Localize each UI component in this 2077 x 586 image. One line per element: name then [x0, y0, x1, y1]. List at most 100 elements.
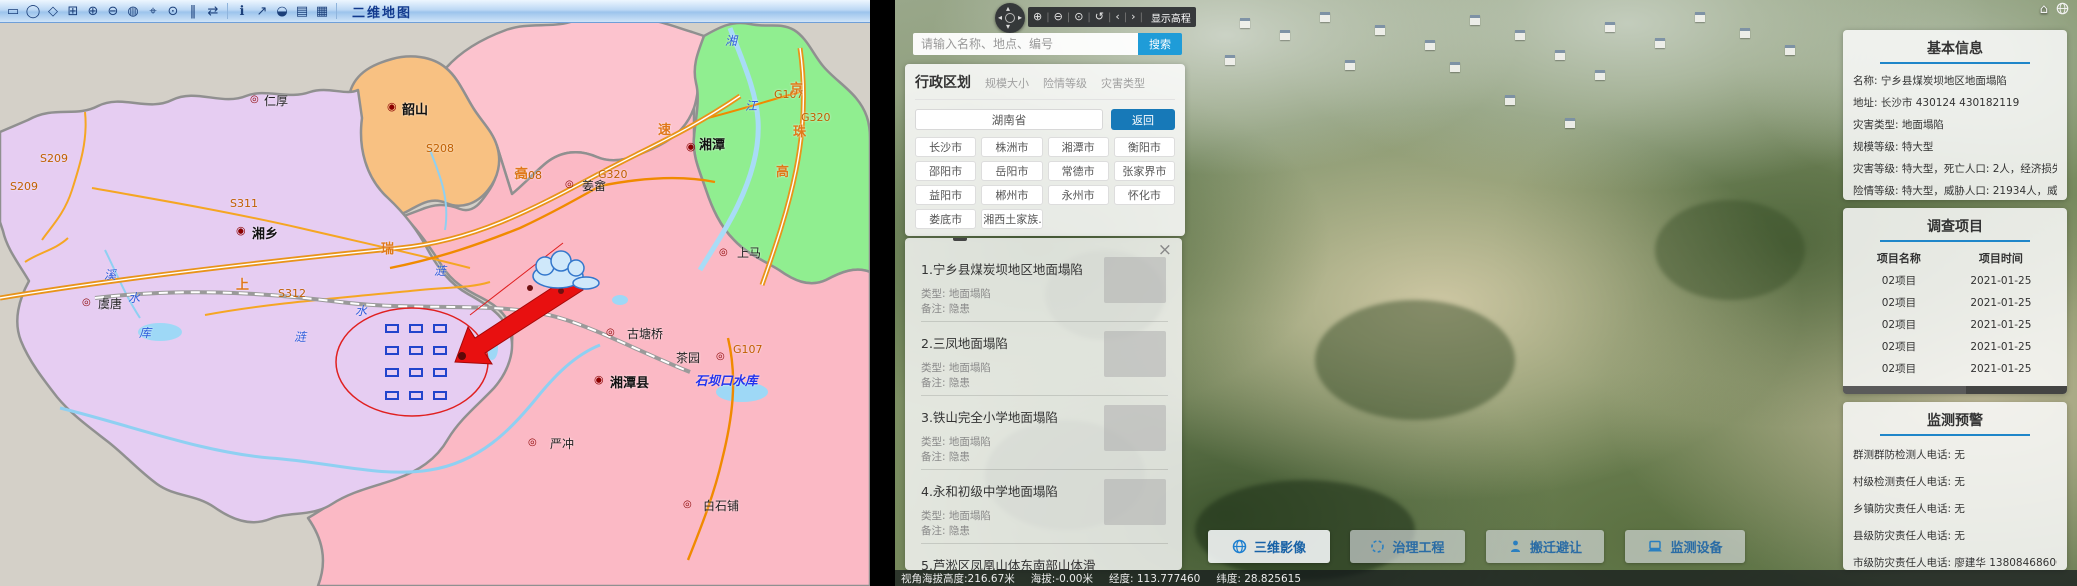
building	[1450, 62, 1460, 72]
compass-control[interactable]: ▴ ▾ ◂ ▸	[995, 3, 1025, 33]
zoom-in-icon[interactable]: ⊕	[84, 2, 102, 20]
city-button[interactable]: 张家界市	[1114, 161, 1175, 181]
full-extent-icon[interactable]: ◍	[124, 2, 142, 20]
survey-row[interactable]: 02项目2021-01-25	[1853, 336, 2057, 358]
survey-row[interactable]: 02项目2021-01-25	[1853, 292, 2057, 314]
tab-risk-level[interactable]: 险情等级	[1043, 75, 1087, 91]
building	[1375, 25, 1385, 35]
map-label: G107	[733, 343, 763, 356]
disaster-title: 1.宁乡县煤炭坝地区地面塌陷	[921, 259, 1101, 278]
export-icon[interactable]: ↗	[253, 2, 271, 20]
pan-icon[interactable]: ⌖	[144, 2, 162, 20]
nav-button-4[interactable]: ‹	[1115, 8, 1119, 26]
city-button[interactable]: 益阳市	[915, 185, 976, 205]
place-marker-icon: ◉	[236, 226, 246, 236]
nav-button-0[interactable]: ⊕	[1033, 8, 1042, 26]
nav-button-5[interactable]: ›	[1131, 8, 1135, 26]
place-marker-icon: ◎	[719, 248, 728, 258]
map-label: S312	[278, 287, 306, 300]
city-button[interactable]: 郴州市	[981, 185, 1042, 205]
disaster-title: 5.芦淞区凤凰山体东南部山体滑坡	[921, 555, 1101, 570]
separator	[227, 3, 228, 19]
disaster-title: 3.铁山完全小学地面塌陷	[921, 407, 1101, 426]
window-divider	[870, 0, 895, 586]
province-select-button[interactable]: 湖南省	[915, 109, 1103, 130]
city-button[interactable]: 株洲市	[981, 137, 1042, 157]
disaster-thumbnail[interactable]	[1104, 405, 1166, 451]
compass-left-icon[interactable]: ◂	[998, 14, 1002, 22]
disaster-list-item[interactable]: 4.永和初级中学地面塌陷类型: 地面塌陷备注: 隐患	[921, 470, 1168, 544]
tab-scale-size[interactable]: 规模大小	[985, 75, 1029, 91]
city-button[interactable]: 湘潭市	[1048, 137, 1109, 157]
tab-disaster-type[interactable]: 灾害类型	[1101, 75, 1145, 91]
back-button[interactable]: 返回	[1111, 109, 1175, 130]
grid-layers-icon[interactable]: ⊞	[64, 2, 82, 20]
city-button[interactable]: 湘西土家族...	[981, 209, 1042, 229]
map-label: 速	[658, 119, 671, 138]
search-input[interactable]	[913, 33, 1138, 55]
save-icon[interactable]: ◒	[273, 2, 291, 20]
measure-circle-icon[interactable]: ◯	[24, 2, 42, 20]
disaster-thumbnail[interactable]	[1104, 257, 1166, 303]
place-marker-icon: ◎	[606, 328, 615, 338]
zoom-out-icon[interactable]: ⊖	[104, 2, 122, 20]
search-button[interactable]: 搜索	[1138, 33, 1182, 55]
print-icon[interactable]: ▦	[313, 2, 331, 20]
column-project-name: 项目名称	[1853, 248, 1945, 270]
button-monitor-device[interactable]: 监测设备	[1625, 530, 1745, 563]
home-icon[interactable]: ⌂	[2040, 2, 2048, 17]
map-label: G320	[598, 168, 628, 181]
city-button[interactable]: 娄底市	[915, 209, 976, 229]
disaster-list-item[interactable]: 3.铁山完全小学地面塌陷类型: 地面塌陷备注: 隐患	[921, 396, 1168, 470]
nav-button-3[interactable]: ↺	[1095, 8, 1104, 26]
building	[1225, 55, 1235, 65]
nav-button-2[interactable]: ⊙	[1074, 8, 1083, 26]
measure-distance-icon[interactable]: ▭	[4, 2, 22, 20]
place-marker-icon: ◎	[528, 438, 537, 448]
map-label: 水	[355, 302, 367, 319]
globe-icon	[1232, 539, 1247, 554]
city-button[interactable]: 岳阳市	[981, 161, 1042, 181]
survey-row[interactable]: 02项目2021-01-25	[1853, 270, 2057, 292]
tab-admin-division[interactable]: 行政区划	[915, 72, 971, 92]
city-button[interactable]: 永州市	[1048, 185, 1109, 205]
map-label: 溪	[104, 266, 116, 283]
building	[1515, 30, 1525, 40]
survey-row[interactable]: 02项目2021-01-25	[1853, 314, 2057, 336]
info-icon[interactable]: ℹ	[233, 2, 251, 20]
disaster-thumbnail[interactable]	[1104, 331, 1166, 377]
mail-icon[interactable]: ▤	[293, 2, 311, 20]
previous-view-icon[interactable]: ⊙	[164, 2, 182, 20]
map-label: 湘潭	[699, 134, 725, 153]
relocation-icon	[1508, 539, 1523, 554]
disaster-list-item[interactable]: 1.宁乡县煤炭坝地区地面塌陷类型: 地面塌陷备注: 隐患	[921, 248, 1168, 322]
button-relocation[interactable]: 搬迁避让	[1486, 530, 1604, 563]
compass-right-icon[interactable]: ▸	[1018, 14, 1022, 22]
globe-icon[interactable]	[2056, 2, 2069, 17]
swap-view-icon[interactable]: ⇄	[204, 2, 222, 20]
drag-handle[interactable]	[953, 238, 967, 241]
status-segment: 视角海拔高度:216.67米	[901, 571, 1015, 586]
disaster-list-item[interactable]: 5.芦淞区凤凰山体东南部山体滑坡	[921, 544, 1168, 570]
show-elevation-button[interactable]: 显示高程	[1147, 10, 1191, 25]
button-3d-image[interactable]: 三维影像	[1208, 530, 1330, 563]
city-button[interactable]: 长沙市	[915, 137, 976, 157]
compass-up-icon[interactable]: ▴	[1006, 5, 1010, 13]
measure-polygon-icon[interactable]: ◇	[44, 2, 62, 20]
survey-row[interactable]: 02项目2021-01-25	[1853, 358, 2057, 380]
pause-icon[interactable]: ‖	[184, 2, 202, 20]
horizontal-scrollbar[interactable]	[1843, 386, 2067, 394]
map-mode-label[interactable]: 二维地图	[352, 2, 412, 21]
disaster-thumbnail[interactable]	[1104, 479, 1166, 525]
compass-down-icon[interactable]: ▾	[1006, 23, 1010, 31]
nav-button-1[interactable]: ⊖	[1054, 8, 1063, 26]
city-button[interactable]: 衡阳市	[1114, 137, 1175, 157]
button-treatment-project[interactable]: 治理工程	[1350, 530, 1465, 563]
building	[1320, 12, 1330, 22]
map-label: S311	[230, 197, 258, 210]
disaster-list-item[interactable]: 2.三凤地面塌陷类型: 地面塌陷备注: 隐患	[921, 322, 1168, 396]
search-bar: 搜索	[913, 33, 1182, 55]
city-button[interactable]: 常德市	[1048, 161, 1109, 181]
city-button[interactable]: 怀化市	[1114, 185, 1175, 205]
city-button[interactable]: 邵阳市	[915, 161, 976, 181]
